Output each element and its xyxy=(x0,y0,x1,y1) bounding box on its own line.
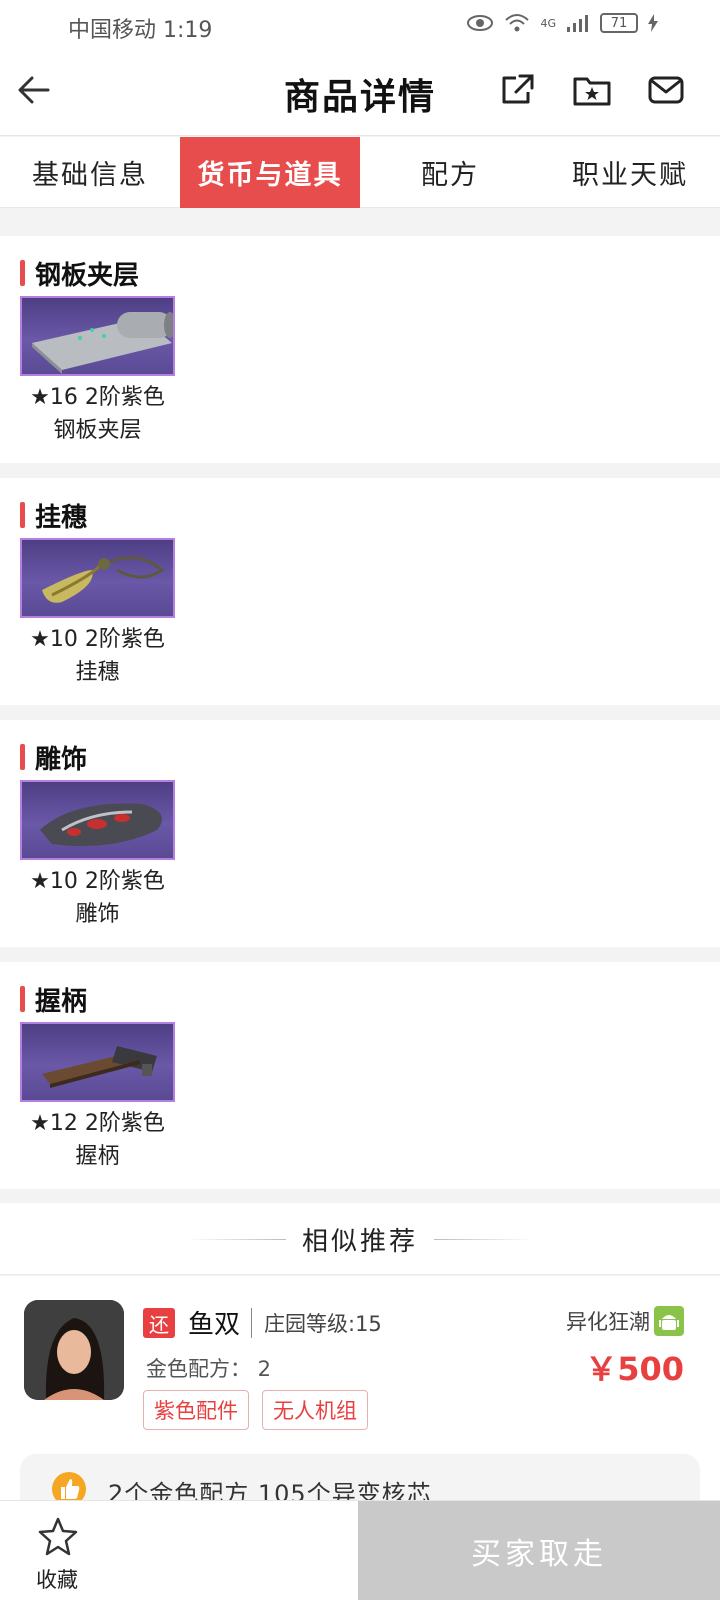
steel-plate-icon xyxy=(32,312,173,374)
section-title: 钢板夹层 xyxy=(20,258,139,291)
tab-talents[interactable]: 职业天赋 xyxy=(540,137,720,208)
signal-icon xyxy=(567,15,588,32)
item-grade: ★10 2阶紫色 xyxy=(30,627,165,652)
android-icon xyxy=(654,1306,684,1336)
item-section: 挂穗 ★10 2阶紫色 挂穗 xyxy=(0,478,720,705)
return-badge: 还 xyxy=(143,1308,175,1338)
item-caption: ★12 2阶紫色 握柄 xyxy=(10,1107,185,1173)
network-type: 4G xyxy=(540,16,556,30)
item-name: 握柄 xyxy=(75,1144,120,1169)
section-title: 握柄 xyxy=(20,984,87,1017)
item-caption: ★10 2阶紫色 挂穗 xyxy=(10,623,185,689)
nav-bar: 商品详情 xyxy=(0,50,720,136)
page-title: 商品详情 xyxy=(283,77,436,118)
mail-icon[interactable] xyxy=(646,70,686,110)
item-grade: ★10 2阶紫色 xyxy=(30,869,165,894)
tab-currency-items[interactable]: 货币与道具 xyxy=(180,137,360,208)
recommend-card[interactable]: 还 鱼双 庄园等级:15 异化狂潮 金色配方： 2 ￥500 紫色配件 无人机组… xyxy=(0,1276,720,1524)
share-icon[interactable] xyxy=(498,70,538,110)
seller-name: 鱼双 xyxy=(188,1310,241,1340)
status-bar: 中国移动 1:19 4G 71 xyxy=(0,0,720,50)
buy-button[interactable]: 买家取走 xyxy=(358,1501,720,1600)
section-title: 挂穗 xyxy=(20,500,87,533)
item-image[interactable] xyxy=(20,538,175,618)
favorite-label[interactable]: 收藏 xyxy=(36,1564,78,1594)
item-name: 雕饰 xyxy=(75,902,120,927)
item-image[interactable] xyxy=(20,780,175,860)
star-icon[interactable] xyxy=(36,1515,80,1559)
recommend-header: 相似推荐 xyxy=(0,1203,720,1275)
item-section: 握柄 ★12 2阶紫色 握柄 xyxy=(0,962,720,1189)
item-grade: ★16 2阶紫色 xyxy=(30,385,165,410)
divider-right xyxy=(434,1239,534,1240)
wifi-icon xyxy=(505,14,530,32)
manor-level: 庄园等级:15 xyxy=(264,1312,382,1336)
item-image[interactable] xyxy=(20,1022,175,1102)
item-section: 雕饰 ★10 2阶紫色 雕饰 xyxy=(0,720,720,947)
status-carrier-time: 中国移动 1:19 xyxy=(68,18,213,43)
item-caption: ★16 2阶紫色 钢板夹层 xyxy=(10,381,185,447)
item-section: 钢板夹层 ★16 2阶紫色 钢板夹层 xyxy=(0,236,720,463)
grip-icon xyxy=(42,1046,157,1088)
tag-drone-group: 无人机组 xyxy=(262,1390,368,1430)
item-grade: ★12 2阶紫色 xyxy=(30,1111,165,1136)
tag-purple-parts: 紫色配件 xyxy=(143,1390,249,1430)
favorite-folder-icon[interactable] xyxy=(572,70,612,110)
section-title: 雕饰 xyxy=(20,742,87,775)
carving-icon xyxy=(40,803,162,847)
item-name: 钢板夹层 xyxy=(53,418,142,443)
tab-basic-info[interactable]: 基础信息 xyxy=(0,137,180,208)
gold-recipe-count: 金色配方： 2 xyxy=(146,1357,272,1381)
status-icons: 4G 71 xyxy=(466,12,658,34)
tab-recipes[interactable]: 配方 xyxy=(360,137,540,208)
recommend-title: 相似推荐 xyxy=(301,1227,418,1257)
item-image[interactable] xyxy=(20,296,175,376)
eye-icon xyxy=(467,15,494,31)
price: ￥500 xyxy=(585,1350,684,1388)
battery-level: 71 xyxy=(610,15,628,31)
bottom-bar: 收藏 买家取走 xyxy=(0,1500,720,1600)
tab-bar: 基础信息 货币与道具 配方 职业天赋 xyxy=(0,137,720,208)
server-name: 异化狂潮 xyxy=(566,1310,650,1334)
avatar[interactable] xyxy=(24,1300,124,1400)
battery-icon: 71 xyxy=(600,13,638,33)
item-caption: ★10 2阶紫色 雕饰 xyxy=(10,865,185,931)
character-portrait-icon xyxy=(24,1300,124,1400)
charging-icon xyxy=(648,14,658,32)
item-name: 挂穗 xyxy=(75,660,120,685)
tassel-icon xyxy=(42,556,165,603)
divider xyxy=(251,1308,252,1338)
